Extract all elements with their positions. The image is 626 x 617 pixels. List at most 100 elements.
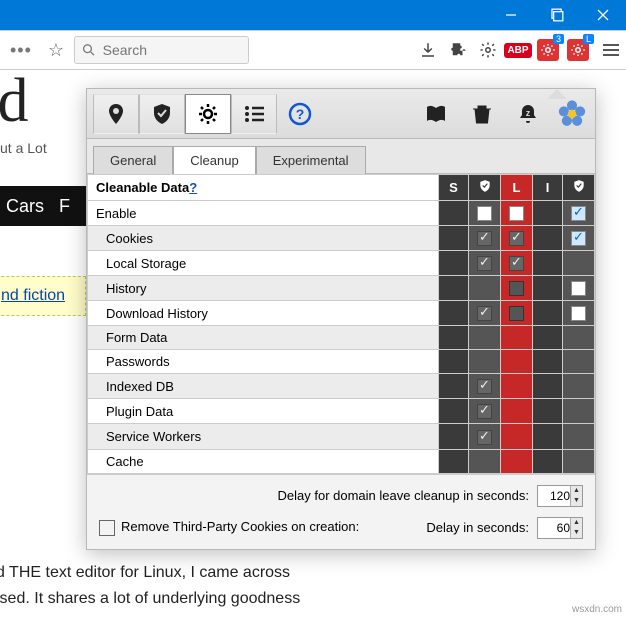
checkbox[interactable] bbox=[509, 281, 524, 296]
table-cell[interactable] bbox=[469, 326, 501, 350]
table-cell[interactable] bbox=[469, 201, 501, 226]
checkbox[interactable] bbox=[477, 231, 492, 246]
table-cell[interactable] bbox=[439, 301, 469, 326]
table-cell[interactable] bbox=[439, 326, 469, 350]
checkbox[interactable] bbox=[571, 306, 586, 321]
checkbox[interactable] bbox=[477, 404, 492, 419]
fiction-link[interactable]: nd fiction bbox=[1, 287, 65, 304]
book-icon[interactable] bbox=[413, 94, 459, 134]
table-cell[interactable] bbox=[501, 424, 533, 449]
table-cell[interactable] bbox=[439, 350, 469, 374]
checkbox[interactable] bbox=[571, 231, 586, 246]
table-cell[interactable] bbox=[533, 201, 563, 226]
maximize-button[interactable] bbox=[534, 0, 580, 30]
table-cell[interactable] bbox=[563, 251, 595, 276]
table-cell[interactable] bbox=[533, 276, 563, 301]
extension-badge-2[interactable]: L bbox=[564, 36, 592, 64]
table-cell[interactable] bbox=[533, 326, 563, 350]
menu-hamburger-icon[interactable] bbox=[594, 36, 622, 64]
checkbox[interactable] bbox=[477, 379, 492, 394]
table-cell[interactable] bbox=[469, 226, 501, 251]
forget-me-not-icon[interactable] bbox=[555, 97, 589, 131]
table-cell[interactable] bbox=[563, 350, 595, 374]
table-cell[interactable] bbox=[563, 276, 595, 301]
table-cell[interactable] bbox=[533, 374, 563, 399]
table-cell[interactable] bbox=[533, 226, 563, 251]
checkbox[interactable] bbox=[509, 231, 524, 246]
table-cell[interactable] bbox=[469, 251, 501, 276]
table-cell[interactable] bbox=[563, 399, 595, 424]
table-cell[interactable] bbox=[469, 276, 501, 301]
checkbox[interactable] bbox=[477, 306, 492, 321]
checkbox[interactable] bbox=[477, 206, 492, 221]
close-button[interactable] bbox=[580, 0, 626, 30]
table-cell[interactable] bbox=[439, 424, 469, 449]
table-cell[interactable] bbox=[439, 201, 469, 226]
table-cell[interactable] bbox=[563, 301, 595, 326]
table-cell[interactable] bbox=[439, 226, 469, 251]
extension-badge-1[interactable]: 3 bbox=[534, 36, 562, 64]
table-cell[interactable] bbox=[533, 424, 563, 449]
table-cell[interactable] bbox=[469, 350, 501, 374]
table-cell[interactable] bbox=[501, 226, 533, 251]
table-cell[interactable] bbox=[439, 399, 469, 424]
table-cell[interactable] bbox=[469, 399, 501, 424]
checkbox[interactable] bbox=[509, 256, 524, 271]
tab-general[interactable]: General bbox=[93, 146, 173, 174]
minimize-button[interactable] bbox=[488, 0, 534, 30]
checkbox[interactable] bbox=[477, 430, 492, 445]
table-cell[interactable] bbox=[533, 449, 563, 473]
table-cell[interactable] bbox=[501, 251, 533, 276]
table-cell[interactable] bbox=[563, 326, 595, 350]
table-cell[interactable] bbox=[533, 251, 563, 276]
table-cell[interactable] bbox=[501, 201, 533, 226]
trash-icon[interactable] bbox=[459, 94, 505, 134]
table-cell[interactable] bbox=[533, 350, 563, 374]
checkbox[interactable] bbox=[571, 206, 586, 221]
table-cell[interactable] bbox=[439, 374, 469, 399]
bookmark-star-icon[interactable]: ☆ bbox=[40, 40, 72, 61]
remove-tp-checkbox-label[interactable]: Remove Third-Party Cookies on creation: bbox=[99, 519, 359, 536]
table-cell[interactable] bbox=[563, 424, 595, 449]
settings-gear-icon[interactable] bbox=[474, 36, 502, 64]
table-cell[interactable] bbox=[469, 301, 501, 326]
checkbox[interactable] bbox=[509, 306, 524, 321]
table-cell[interactable] bbox=[563, 226, 595, 251]
spin-down-icon[interactable]: ▼ bbox=[570, 528, 582, 538]
help-icon[interactable]: ? bbox=[277, 94, 323, 134]
help-link[interactable]: ? bbox=[189, 180, 197, 195]
spin-up-icon[interactable]: ▲ bbox=[570, 518, 582, 528]
remove-tp-checkbox[interactable] bbox=[99, 520, 115, 536]
shield-check-icon[interactable] bbox=[139, 94, 185, 134]
extensions-puzzle-icon[interactable] bbox=[444, 36, 472, 64]
bell-snooze-icon[interactable]: z bbox=[505, 94, 551, 134]
list-icon[interactable] bbox=[231, 94, 277, 134]
table-cell[interactable] bbox=[501, 374, 533, 399]
spin-up-icon[interactable]: ▲ bbox=[570, 486, 582, 496]
table-cell[interactable] bbox=[501, 301, 533, 326]
tab-cleanup[interactable]: Cleanup bbox=[173, 146, 255, 174]
table-cell[interactable] bbox=[501, 449, 533, 473]
page-actions-icon[interactable]: ••• bbox=[4, 40, 38, 61]
table-cell[interactable] bbox=[501, 350, 533, 374]
table-cell[interactable] bbox=[563, 449, 595, 473]
table-cell[interactable] bbox=[501, 399, 533, 424]
table-cell[interactable] bbox=[439, 251, 469, 276]
checkbox[interactable] bbox=[571, 281, 586, 296]
downloads-icon[interactable] bbox=[414, 36, 442, 64]
table-cell[interactable] bbox=[563, 201, 595, 226]
abp-extension-icon[interactable]: ABP bbox=[504, 36, 532, 64]
table-cell[interactable] bbox=[439, 449, 469, 473]
table-cell[interactable] bbox=[439, 276, 469, 301]
pin-icon[interactable] bbox=[93, 94, 139, 134]
search-input[interactable] bbox=[103, 42, 242, 58]
table-cell[interactable] bbox=[501, 326, 533, 350]
table-cell[interactable] bbox=[563, 374, 595, 399]
table-cell[interactable] bbox=[501, 276, 533, 301]
checkbox[interactable] bbox=[509, 206, 524, 221]
settings-gear-icon[interactable] bbox=[185, 94, 231, 134]
table-cell[interactable] bbox=[533, 399, 563, 424]
table-cell[interactable] bbox=[469, 374, 501, 399]
checkbox[interactable] bbox=[477, 256, 492, 271]
search-box[interactable] bbox=[74, 36, 249, 64]
